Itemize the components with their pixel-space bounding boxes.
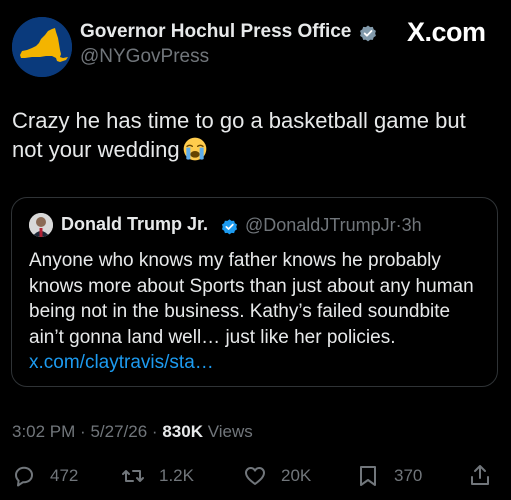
author-avatar[interactable] [12,17,72,77]
share-icon [471,465,489,485]
author-name[interactable]: Governor Hochul Press Office [80,21,351,43]
portrait-avatar-icon [29,213,53,237]
verified-badge-icon [360,25,376,42]
tweet-text-content: Crazy he has time to go a basketball gam… [12,108,466,162]
repost-count: 1.2K [159,466,194,485]
views-label: Views [207,422,253,441]
bookmark-button[interactable]: 370 [356,462,422,490]
reply-count: 472 [50,466,79,485]
quoted-tweet-age[interactable]: 3h [402,215,422,235]
quoted-author-name[interactable]: Donald Trump Jr. [61,214,208,235]
quoted-tweet-text: Anyone who knows my father knows he prob… [29,248,489,376]
quoted-tweet-meta: @DonaldJTrumpJr·3h [245,215,422,236]
tweet-timestamp-row: 3:02 PM · 5/27/26 · 830K Views [12,422,253,442]
tweet-text: Crazy he has time to go a basketball gam… [12,106,492,164]
like-count: 20K [281,466,312,485]
tweet-date[interactable]: 5/27/26 [90,422,147,441]
timestamp-separator-views: · [151,422,158,441]
bookmark-icon [360,466,376,486]
heart-icon [245,467,265,485]
author-handle[interactable]: @NYGovPress [80,46,209,68]
quoted-tweet-link[interactable]: x.com/claytravis/sta… [29,352,214,373]
bookmark-count: 370 [394,466,423,485]
quoted-tweet-card[interactable]: Donald Trump Jr. @DonaldJTrumpJr·3h Anyo… [11,197,498,387]
quoted-author-handle[interactable]: @DonaldJTrumpJr [245,215,396,235]
reply-button[interactable]: 472 [12,462,78,490]
like-button[interactable]: 20K [243,462,311,490]
timestamp-separator: · [80,422,86,441]
tweet-time[interactable]: 3:02 PM [12,422,75,441]
reply-icon [15,466,33,487]
repost-icon [122,470,144,482]
quoted-tweet-text-content: Anyone who knows my father knows he prob… [29,250,474,348]
quoted-verified-badge-icon [221,219,238,235]
views-count: 830K [162,422,203,441]
repost-button[interactable]: 1.2K [121,462,194,490]
loudly-crying-face-emoji-icon [183,137,206,161]
new-york-state-map-icon [12,17,72,77]
share-button[interactable] [468,463,492,487]
site-brand-logo: X.com [407,17,486,47]
quoted-author-avatar[interactable] [29,213,53,237]
